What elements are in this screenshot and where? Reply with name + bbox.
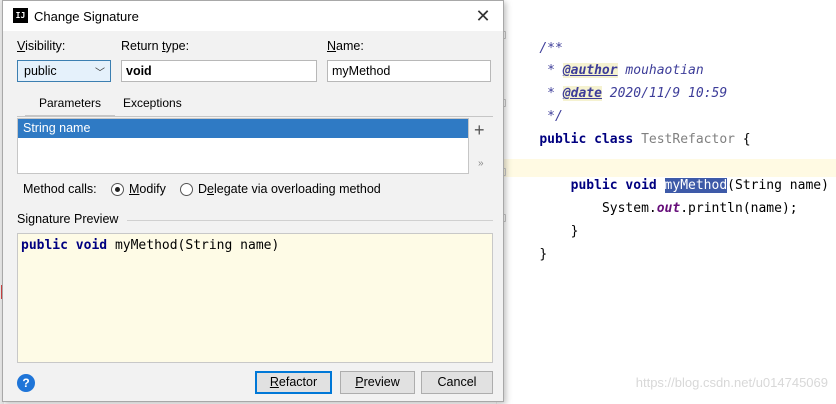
visibility-label: Visibility: — [17, 39, 65, 53]
signature-preview-label: Signature Preview — [17, 212, 119, 226]
label-text: legate via overloading method — [213, 182, 381, 196]
code-line: /** — [508, 22, 562, 56]
code-line: System.out.println(name); — [508, 182, 798, 216]
tab-strip: Parameters Exceptions — [17, 91, 493, 117]
class-close-brace: } — [539, 247, 548, 262]
visibility-value: public — [24, 64, 57, 78]
code-line: */ — [508, 90, 563, 124]
class-open-brace: { — [734, 132, 751, 147]
label-text: isibility: — [25, 39, 66, 53]
preview-keyword: void — [75, 238, 108, 253]
method-calls-label: Method calls: — [23, 182, 97, 196]
separator — [127, 220, 493, 221]
tab-exceptions[interactable]: Exceptions — [115, 91, 190, 117]
return-type-field[interactable]: void — [121, 60, 317, 82]
radio-selected-dot — [115, 187, 120, 192]
button-label: efactor — [278, 375, 318, 389]
code-line: public class TestRefactor { — [508, 113, 750, 147]
delegate-radio-label[interactable]: Delegate via overloading method — [198, 182, 381, 196]
tab-parameters[interactable]: Parameters — [25, 91, 115, 117]
parameters-toolbar: + » — [469, 118, 493, 174]
chevron-down-icon: ﹀ — [95, 68, 105, 79]
label-text: Return — [121, 39, 162, 53]
mnemonic: M — [129, 182, 140, 196]
dialog-title: Change Signature — [34, 9, 139, 24]
label-text: ame: — [336, 39, 364, 53]
expand-icon[interactable]: » — [478, 158, 484, 169]
mnemonic: P — [355, 375, 364, 389]
modify-radio-label[interactable]: Modify — [129, 182, 166, 196]
label-text: D — [198, 182, 208, 196]
doc-date-value: 2020/11/9 10:59 — [601, 86, 728, 101]
visibility-select[interactable]: public ﹀ — [17, 60, 111, 82]
intellij-app-icon: IJ — [13, 8, 28, 23]
label-text: odify — [139, 182, 166, 196]
label-text: ype: — [165, 39, 190, 53]
class-keyword: public class — [539, 132, 642, 147]
call-out-field: out — [656, 201, 681, 216]
mnemonic: R — [269, 375, 279, 389]
preview-signature: myMethod(String name) — [114, 238, 280, 253]
cancel-button[interactable]: Cancel — [421, 371, 493, 394]
code-line: } — [508, 205, 579, 239]
call-system: System. — [601, 201, 657, 216]
call-println: .println(name); — [680, 201, 798, 216]
mnemonic: V — [17, 39, 26, 53]
mnemonic: N — [327, 39, 337, 53]
doc-date-tag: @date — [562, 86, 602, 101]
preview-keyword: public — [21, 238, 68, 253]
button-label: review — [363, 375, 400, 389]
signature-preview: public void myMethod(String name) — [17, 233, 493, 363]
code-line: * @date 2020/11/9 10:59 — [508, 67, 727, 101]
dialog-titlebar[interactable]: IJ Change Signature ✕ — [3, 1, 503, 31]
code-line: * @author mouhaotian — [508, 44, 704, 78]
preview-button[interactable]: Preview — [340, 371, 415, 394]
close-icon[interactable]: ✕ — [471, 4, 495, 28]
change-signature-dialog: IJ Change Signature ✕ Visibility: Return… — [2, 0, 504, 402]
mnemonic: e — [207, 182, 214, 196]
help-icon[interactable]: ? — [17, 374, 35, 392]
code-line: public void myMethod(String name) { — [508, 159, 836, 193]
code-line: } — [508, 228, 547, 262]
class-name: TestRefactor — [641, 132, 735, 147]
name-label: Name: — [327, 39, 364, 53]
parameters-table[interactable]: String name — [17, 118, 469, 174]
watermark: https://blog.csdn.net/u014745069 — [635, 375, 828, 390]
table-row[interactable]: String name — [18, 119, 468, 138]
refactor-button[interactable]: Refactor — [255, 371, 332, 394]
modify-radio[interactable] — [111, 183, 124, 196]
return-type-label: Return type: — [121, 39, 189, 53]
add-parameter-icon[interactable]: + — [474, 120, 485, 141]
delegate-radio[interactable] — [180, 183, 193, 196]
method-name-field[interactable]: myMethod — [327, 60, 491, 82]
